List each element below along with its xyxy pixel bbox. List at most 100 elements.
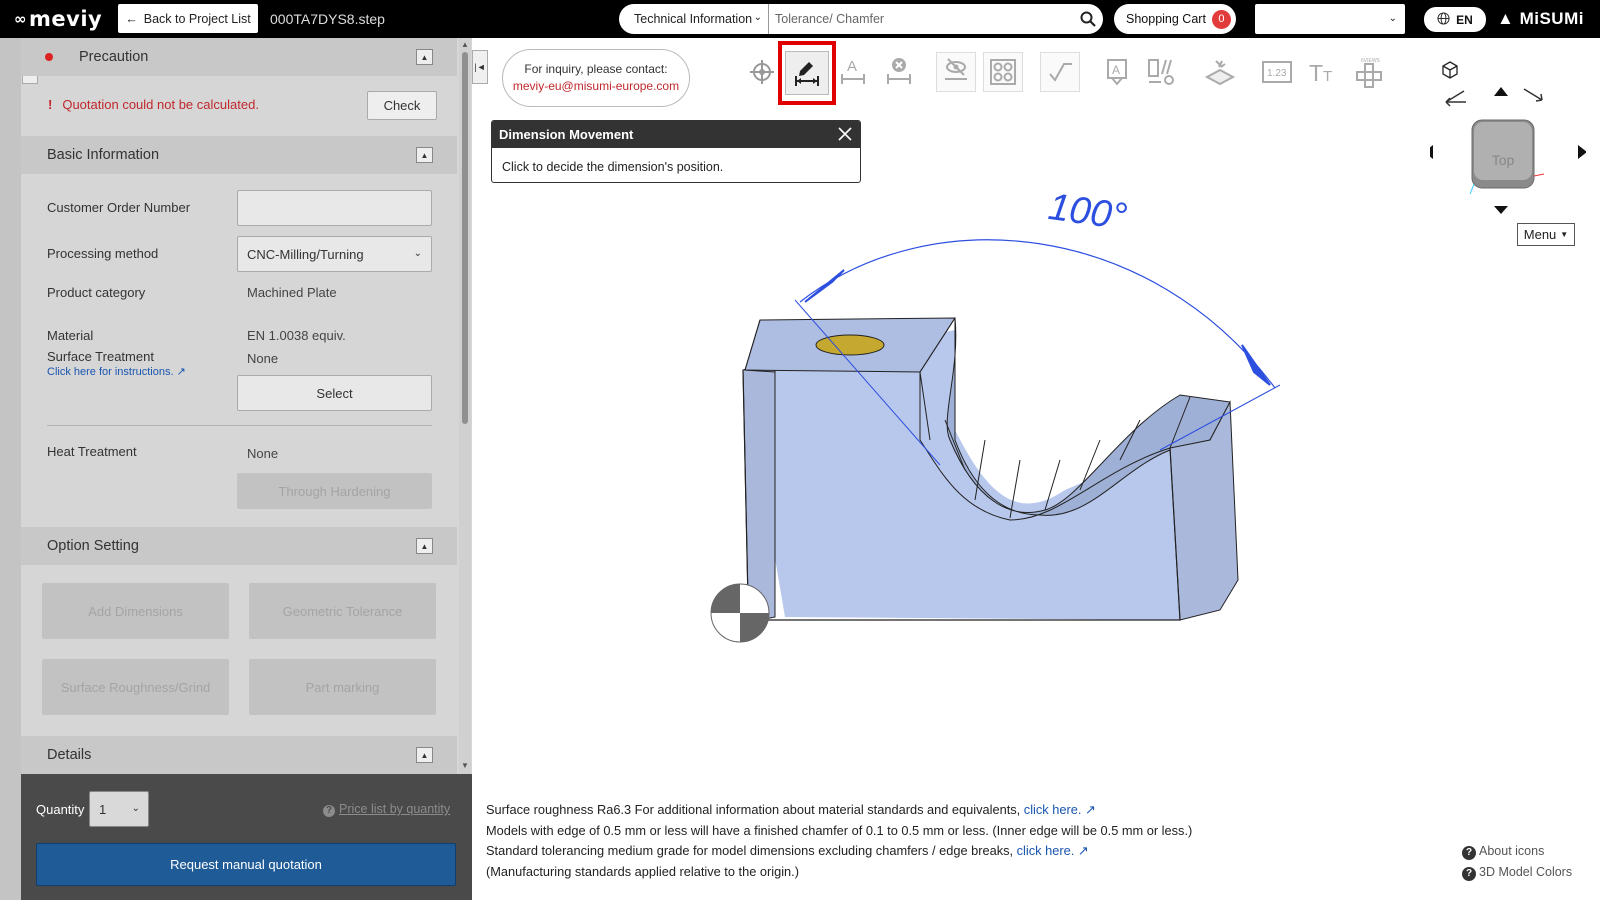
material-value: EN 1.0038 equiv.	[247, 328, 346, 343]
scroll-up-icon[interactable]: ▲	[461, 40, 469, 49]
svg-text:1.23: 1.23	[1267, 68, 1287, 79]
rotate-right-icon[interactable]	[1523, 88, 1543, 102]
dimension-label[interactable]: 100°	[1046, 186, 1130, 239]
help-icon: ?	[1462, 867, 1476, 881]
font-size-icon[interactable]: TT	[1303, 52, 1343, 92]
through-hardening-button[interactable]: Through Hardening	[237, 473, 432, 509]
inquiry-contact-box: For inquiry, please contact: meviy-eu@mi…	[502, 49, 690, 107]
collapse-section-icon[interactable]: ▲	[416, 147, 433, 163]
part-marking-icon[interactable]	[1200, 52, 1240, 92]
add-dimensions-button[interactable]: Add Dimensions	[42, 583, 229, 639]
left-panel-edge	[0, 38, 21, 900]
scrollbar-thumb[interactable]	[462, 52, 468, 424]
divider	[47, 425, 432, 426]
collapse-section-icon[interactable]: ▲	[416, 538, 433, 554]
scroll-down-icon[interactable]: ▼	[461, 761, 469, 770]
dimension-arrow-right	[1241, 344, 1271, 386]
collapse-section-icon[interactable]: ▲	[416, 49, 433, 65]
surface-roughness-button[interactable]: Surface Roughness/Grind	[42, 659, 229, 715]
close-icon[interactable]	[836, 125, 854, 143]
file-name: 000TA7DYS8.step	[270, 11, 385, 27]
about-icons-link[interactable]: ? About icons	[1462, 841, 1572, 862]
processing-method-select[interactable]: CNC-Milling/Turning ⌄	[237, 236, 432, 272]
arrow-left-icon: ←	[125, 11, 138, 26]
alert-dot-icon	[45, 53, 53, 61]
chevron-down-icon: ⌄	[753, 12, 762, 23]
external-link-icon: ↗	[1077, 843, 1089, 858]
language-selector[interactable]: EN	[1424, 7, 1486, 32]
panel-scrollbar[interactable]: ▲ ▼	[459, 38, 471, 774]
meviy-logo[interactable]: ∞meviy	[14, 7, 102, 31]
cube-view-icon[interactable]	[1441, 61, 1459, 82]
top-bar: ∞meviy ← Back to Project List 000TA7DYS8…	[0, 0, 1600, 38]
caret-down-icon: ▼	[1560, 230, 1569, 239]
geometric-tolerance-button[interactable]: Geometric Tolerance	[249, 583, 436, 639]
search-icon[interactable]	[1073, 4, 1103, 34]
dimension-arrow-left	[804, 269, 845, 303]
hole-pattern-icon[interactable]	[983, 52, 1023, 92]
external-link-icon: ↗	[1084, 802, 1096, 817]
arrow-up-icon[interactable]	[1494, 87, 1508, 96]
details-section-header[interactable]: Details ▲	[21, 736, 457, 774]
arrow-right-icon[interactable]	[1578, 145, 1587, 159]
3d-model-canvas[interactable]: 100°	[690, 170, 1290, 650]
help-icon: ?	[323, 805, 335, 817]
dimension-text-icon[interactable]: A	[833, 52, 873, 92]
instructions-link[interactable]: Click here for instructions. ↗	[47, 365, 186, 378]
collapse-panel-toggle-icon[interactable]: |◄	[472, 50, 488, 84]
search-bar: Technical Information ⌄ Tolerance/ Chamf…	[619, 4, 1103, 34]
search-category-select[interactable]: Technical Information ⌄	[619, 4, 769, 34]
heat-treatment-value: None	[247, 446, 279, 461]
quantity-select[interactable]: 1 ⌄	[89, 791, 149, 827]
help-links: ? About icons ? 3D Model Colors	[1462, 841, 1572, 883]
navigation-cube[interactable]: Top	[1424, 84, 1587, 224]
svg-text:T: T	[1309, 60, 1323, 85]
price-list-link[interactable]: ? Price list by quantity	[323, 802, 450, 817]
svg-text:A: A	[1112, 63, 1120, 77]
dimension-move-tool-button[interactable]	[778, 41, 836, 105]
material-standards-link[interactable]: click here. ↗	[1024, 802, 1096, 817]
external-link-icon: ↗	[173, 366, 186, 378]
model-hole[interactable]	[815, 334, 885, 356]
chevron-down-icon: ⌄	[413, 248, 422, 259]
model-colors-link[interactable]: ? 3D Model Colors	[1462, 862, 1572, 883]
search-input[interactable]: Tolerance/ Chamfer	[769, 12, 1073, 26]
back-to-project-list-button[interactable]: ← Back to Project List	[118, 4, 258, 33]
request-manual-quotation-button[interactable]: Request manual quotation	[36, 843, 456, 886]
inquiry-email-link[interactable]: meviy-eu@misumi-europe.com	[503, 78, 689, 95]
dimension-delete-icon[interactable]	[879, 52, 919, 92]
check-button[interactable]: Check	[367, 91, 437, 120]
collapse-section-icon[interactable]: ▲	[416, 747, 433, 763]
exclamation-icon: !	[48, 97, 53, 112]
logo-mark-icon: ∞	[14, 10, 27, 28]
customer-order-label: Customer Order Number	[47, 200, 191, 215]
menu-dropdown-button[interactable]: Menu ▼	[1517, 223, 1575, 246]
origin-marker-icon	[710, 583, 770, 643]
precaution-section-header[interactable]: Precaution ▲	[21, 38, 457, 76]
arrow-left-icon[interactable]	[1424, 145, 1433, 159]
quantity-label: Quantity	[36, 802, 85, 817]
hide-dimension-icon[interactable]	[936, 52, 976, 92]
product-category-label: Product category	[47, 285, 146, 300]
rotate-left-icon[interactable]	[1445, 90, 1466, 107]
arrow-down-icon[interactable]	[1494, 206, 1508, 214]
shopping-cart-button[interactable]: Shopping Cart 0	[1114, 4, 1236, 34]
views-icon[interactable]: 6VIEWS	[1349, 52, 1389, 92]
navcube-top-face[interactable]	[1474, 122, 1532, 180]
heat-treatment-label: Heat Treatment	[47, 444, 137, 459]
customer-order-input[interactable]	[237, 190, 432, 226]
tolerance-standards-link[interactable]: click here. ↗	[1017, 843, 1089, 858]
origin-icon[interactable]	[742, 52, 782, 92]
part-marking-button[interactable]: Part marking	[249, 659, 436, 715]
select-surface-treatment-button[interactable]: Select	[237, 375, 432, 411]
account-select[interactable]: ⌄	[1255, 4, 1405, 34]
option-setting-section-header[interactable]: Option Setting ▲	[21, 527, 457, 565]
quotation-warning: ! Quotation could not be calculated.	[48, 97, 259, 112]
material-label: Material	[47, 328, 94, 343]
text-annotation-icon[interactable]: A	[1097, 52, 1137, 92]
numbering-icon[interactable]: 1.23	[1257, 52, 1297, 92]
surface-roughness-icon[interactable]	[1040, 52, 1080, 92]
geometric-tolerance-icon[interactable]	[1142, 52, 1182, 92]
basic-info-section-header[interactable]: Basic Information ▲	[21, 136, 457, 174]
misumi-logo[interactable]: ▲ MiSUMi	[1497, 9, 1584, 29]
